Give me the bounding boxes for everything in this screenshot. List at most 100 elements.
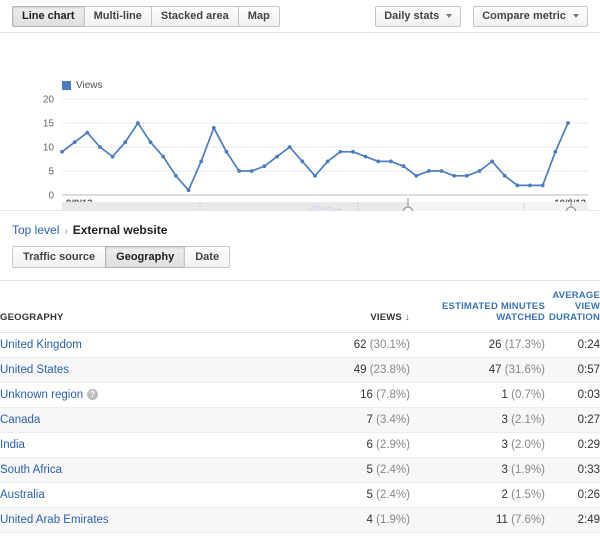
cell-geography: United States <box>0 357 300 383</box>
cell-estimated-minutes-watched-percent: (31.6%) <box>501 364 545 376</box>
data-point[interactable] <box>389 159 393 164</box>
data-point[interactable] <box>98 145 102 149</box>
data-point[interactable] <box>325 159 330 164</box>
chart-type-button-label: Multi-line <box>93 10 142 22</box>
data-point[interactable] <box>414 173 419 178</box>
geography-link[interactable]: United Kingdom <box>0 339 82 351</box>
data-point[interactable] <box>515 183 520 188</box>
data-point[interactable] <box>148 140 153 145</box>
data-point[interactable] <box>401 164 406 169</box>
table-row[interactable]: United States 49 (23.8%) 47 (31.6%) 0:57 <box>0 357 600 383</box>
data-point[interactable] <box>502 173 507 178</box>
navigator-selection-window[interactable] <box>408 202 571 211</box>
help-icon[interactable]: ? <box>87 389 99 400</box>
chart-type-button-line-chart[interactable]: Line chart <box>12 5 85 27</box>
cell-views-percent: (2.4%) <box>372 464 410 476</box>
chart-data-points <box>60 121 570 193</box>
column-header-average-view-duration[interactable]: AVERAGE VIEW DURATION <box>545 281 600 333</box>
chart-type-button-map[interactable]: Map <box>237 5 280 27</box>
chart-type-button-stacked-area[interactable]: Stacked area <box>150 5 239 27</box>
dimension-tabs: Traffic source Geography Date <box>0 237 600 268</box>
table-row[interactable]: Unknown region? 16 (7.8%) 1 (0.7%) 0:03 <box>0 382 600 408</box>
tab-date[interactable]: Date <box>184 246 231 268</box>
chart-type-button-label: Stacked area <box>160 10 229 22</box>
cell-geography: Canada <box>0 407 300 433</box>
data-point[interactable] <box>439 169 444 173</box>
geography-link[interactable]: Canada <box>0 414 40 426</box>
table-row[interactable]: Australia 5 (2.4%) 2 (1.5%) 0:26 <box>0 482 600 508</box>
data-point[interactable] <box>211 125 216 130</box>
data-point[interactable] <box>313 173 317 178</box>
data-point[interactable] <box>490 159 494 164</box>
data-point[interactable] <box>262 164 267 169</box>
cell-average-view-duration-value: 0:24 <box>577 339 600 351</box>
data-point[interactable] <box>553 149 558 154</box>
data-point[interactable] <box>249 169 254 173</box>
y-axis-tick-label: 15 <box>43 119 55 130</box>
data-point[interactable] <box>464 173 469 178</box>
data-point[interactable] <box>110 154 115 159</box>
data-point[interactable] <box>338 149 343 154</box>
data-point[interactable] <box>136 121 140 125</box>
data-point[interactable] <box>60 149 64 154</box>
data-point[interactable] <box>85 130 90 135</box>
geography-link[interactable]: Unknown region <box>0 389 83 401</box>
table-row[interactable]: India 6 (2.9%) 3 (2.0%) 0:29 <box>0 432 600 458</box>
data-point[interactable] <box>186 188 191 193</box>
data-point[interactable] <box>123 140 128 145</box>
data-point[interactable] <box>161 154 166 159</box>
table-row[interactable]: United Arab Emirates 4 (1.9%) 11 (7.6%) 2:4… <box>0 507 600 533</box>
cell-views: 4 (1.9%) <box>300 507 410 533</box>
data-point[interactable] <box>224 149 229 154</box>
table-row[interactable]: United Kingdom 62 (30.1%) 26 (17.3%) 0:24 <box>0 332 600 358</box>
geography-link[interactable]: South Africa <box>0 464 62 476</box>
cell-average-view-duration-value: 0:03 <box>577 389 600 401</box>
data-point[interactable] <box>566 121 570 125</box>
cell-geography: Germany <box>0 532 300 538</box>
data-point[interactable] <box>351 149 355 154</box>
data-point[interactable] <box>173 173 178 178</box>
geography-link[interactable]: United Arab Emirates <box>0 514 109 526</box>
views-chart-svg[interactable]: 05101520 9/9/1310/8/13 Aug 2013Sep 2013O… <box>0 33 600 211</box>
cell-views-percent: (1.9%) <box>372 514 410 526</box>
data-point[interactable] <box>540 183 545 188</box>
column-header-views[interactable]: VIEWS ↓ <box>300 281 410 333</box>
data-point[interactable] <box>72 140 77 145</box>
column-header-estimated-minutes-watched-label: ESTIMATED MINUTES WATCHED <box>442 301 545 323</box>
cell-average-view-duration: 0:27 <box>545 407 600 433</box>
chart-type-button-multi-line[interactable]: Multi-line <box>83 5 152 27</box>
data-point[interactable] <box>452 173 457 178</box>
cell-estimated-minutes-watched: 6 (4.3%) <box>410 532 545 538</box>
cell-average-view-duration-value: 0:27 <box>577 414 600 426</box>
data-point[interactable] <box>275 154 279 159</box>
tab-geography[interactable]: Geography <box>105 246 186 268</box>
data-point[interactable] <box>237 169 242 173</box>
geography-link[interactable]: India <box>0 439 25 451</box>
data-point[interactable] <box>528 183 532 188</box>
data-point[interactable] <box>426 169 431 173</box>
column-header-estimated-minutes-watched[interactable]: ESTIMATED MINUTES WATCHED <box>410 281 545 333</box>
compare-metric-dropdown-label: Compare metric <box>482 10 566 22</box>
data-point[interactable] <box>477 169 482 173</box>
compare-metric-dropdown[interactable]: Compare metric <box>473 5 588 27</box>
cell-views: 6 (2.9%) <box>300 432 410 458</box>
data-point[interactable] <box>363 154 368 159</box>
data-point[interactable] <box>287 145 292 149</box>
tab-traffic-source[interactable]: Traffic source <box>12 246 107 268</box>
data-point[interactable] <box>199 159 204 164</box>
geography-link[interactable]: United States <box>0 364 69 376</box>
cell-average-view-duration: 1:35 <box>545 532 600 538</box>
cell-average-view-duration: 0:29 <box>545 432 600 458</box>
table-row[interactable]: Canada 7 (3.4%) 3 (2.1%) 0:27 <box>0 407 600 433</box>
data-point[interactable] <box>300 159 305 164</box>
data-point[interactable] <box>376 159 381 164</box>
cell-geography: Australia <box>0 482 300 508</box>
table-row[interactable]: South Africa 5 (2.4%) 3 (1.9%) 0:33 <box>0 457 600 483</box>
daily-stats-dropdown[interactable]: Daily stats <box>375 5 462 27</box>
cell-geography: Unknown region? <box>0 382 300 408</box>
breadcrumb-top-level-link[interactable]: Top level <box>12 223 59 237</box>
table-row[interactable]: Germany4 (1.9%)6 (4.3%)1:35 <box>0 532 600 538</box>
column-header-geography[interactable]: GEOGRAPHY <box>0 281 300 333</box>
geography-link[interactable]: Australia <box>0 489 45 501</box>
cell-geography: United Kingdom <box>0 332 300 358</box>
